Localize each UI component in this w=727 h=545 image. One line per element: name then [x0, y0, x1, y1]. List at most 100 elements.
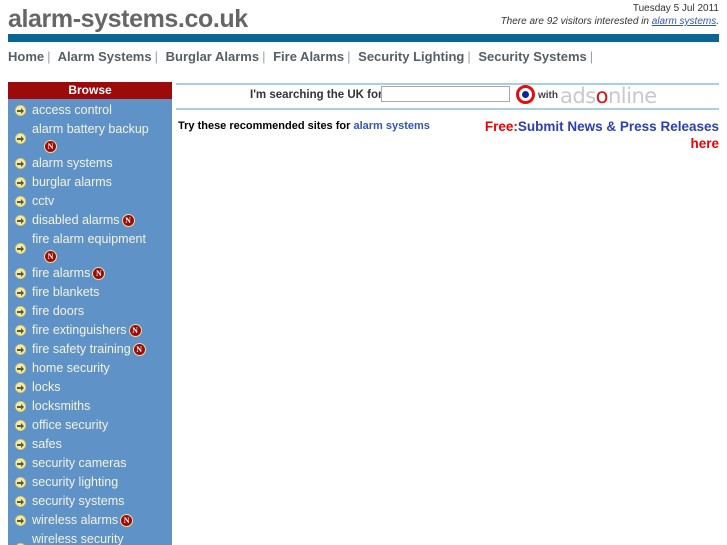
recommended-prefix: Try these recommended sites for [178, 120, 351, 132]
browse-list: access control alarm battery backup Nalarm… [8, 99, 172, 545]
new-badge: N [132, 343, 146, 356]
sidebar-item-label: security lighting [32, 475, 119, 489]
sidebar-item-label: wireless alarms [32, 513, 119, 527]
page-header: alarm-systems.co.uk Tuesday 5 Jul 2011 T… [0, 0, 727, 33]
adsonline-logo-prefix: ads [560, 84, 596, 108]
sidebar-item-fire-doors[interactable]: fire doors [8, 302, 172, 321]
new-badge: N [120, 514, 134, 527]
sidebar-item-label: fire alarms [32, 266, 91, 280]
sidebar-item-label: wireless security [32, 532, 124, 545]
sidebar-item-label: fire blankets [32, 285, 100, 299]
arrow-right-icon [15, 401, 26, 412]
sidebar-item-cctv[interactable]: cctv [8, 192, 172, 211]
arrow-right-icon [15, 515, 26, 526]
sidebar-item-label: alarm systems [32, 156, 113, 170]
visitor-count-line: There are 92 visitors interested in alar… [501, 15, 719, 28]
sidebar-item-label: office security [32, 418, 109, 432]
nav-item-fire-alarms[interactable]: Fire Alarms [273, 49, 344, 64]
sidebar-item-label: alarm battery backup [32, 122, 149, 136]
sidebar-item-label: home security [32, 361, 110, 375]
arrow-right-icon [15, 196, 26, 207]
sidebar-item-label: disabled alarms [32, 213, 120, 227]
sidebar-item-security-cameras[interactable]: security cameras [8, 454, 172, 473]
sidebar-item-label: fire extinguishers [32, 323, 127, 337]
arrow-right-icon [15, 439, 26, 450]
new-badge: N [44, 140, 57, 153]
nav-item-burglar-alarms[interactable]: Burglar Alarms [166, 49, 259, 64]
nav-separator: | [154, 49, 158, 64]
sidebar-item-label: fire doors [32, 304, 85, 318]
browse-sidebar: Browse access control alarm battery backu… [8, 82, 172, 545]
sidebar-item-office-security[interactable]: office security [8, 416, 172, 435]
promo-body-text: Submit News & Press Releases [517, 119, 719, 134]
sidebar-item-label: fire safety training [32, 342, 131, 356]
sidebar-item-access-control[interactable]: access control [8, 101, 172, 120]
sidebar-item-alarm-battery-backup[interactable]: alarm battery backup N [8, 120, 172, 154]
recommended-keyword-link[interactable]: alarm systems [353, 120, 429, 132]
arrow-right-icon [15, 363, 26, 374]
bullseye-icon[interactable] [516, 85, 535, 104]
arrow-right-icon [15, 287, 26, 298]
sidebar-item-locks[interactable]: locks [8, 378, 172, 397]
sidebar-item-label: burglar alarms [32, 175, 112, 189]
sidebar-item-burglar-alarms[interactable]: burglar alarms [8, 173, 172, 192]
nav-item-home[interactable]: Home [8, 49, 44, 64]
sidebar-item-security-systems[interactable]: security systems [8, 492, 172, 511]
promo-free-label: Free: [484, 119, 518, 134]
sidebar-item-label: locks [32, 380, 61, 394]
arrow-right-icon [15, 268, 26, 279]
page-layout: Browse access control alarm battery backu… [0, 82, 727, 545]
arrow-right-icon [15, 382, 26, 393]
search-label: I'm searching the UK for... [250, 89, 392, 101]
arrow-right-icon [15, 215, 26, 226]
adsonline-logo-suffix: nline [608, 84, 657, 108]
visitor-count-text: There are 92 visitors interested in [500, 16, 649, 27]
adsonline-logo-o: o [595, 84, 609, 108]
promo-here-link[interactable]: here [690, 136, 719, 151]
nav-separator: | [262, 49, 266, 64]
sidebar-item-fire-blankets[interactable]: fire blankets [8, 283, 172, 302]
sidebar-item-locksmiths[interactable]: locksmiths [8, 397, 172, 416]
nav-item-alarm-systems[interactable]: Alarm Systems [58, 49, 152, 64]
new-badge: N [92, 267, 106, 280]
adsonline-logo[interactable]: adsonline [560, 84, 657, 108]
header-meta: Tuesday 5 Jul 2011 There are 92 visitors… [501, 2, 719, 28]
sidebar-item-wireless-security[interactable]: wireless security [8, 530, 172, 545]
arrow-right-icon [15, 458, 26, 469]
search-input[interactable] [381, 86, 510, 102]
nav-item-security-lighting[interactable]: Security Lighting [358, 49, 464, 64]
recommended-sites-line: Try these recommended sites for alarm sy… [178, 120, 430, 132]
visitor-keyword-link[interactable]: alarm systems [652, 16, 716, 27]
new-badge-line: N [42, 139, 168, 154]
search-bar: I'm searching the UK for... with adsonli… [176, 84, 719, 108]
press-release-promo[interactable]: Free:Submit News & Press Releases here [469, 118, 719, 152]
new-badge: N [44, 250, 57, 263]
visitor-line-suffix: . [716, 16, 719, 27]
sidebar-item-label: fire alarm equipment [32, 232, 146, 246]
sidebar-item-wireless-alarms[interactable]: wireless alarms N [8, 511, 172, 530]
main-content: I'm searching the UK for... with adsonli… [176, 82, 719, 545]
arrow-right-icon [15, 133, 26, 144]
sidebar-item-fire-safety-training[interactable]: fire safety training N [8, 340, 172, 359]
sidebar-item-fire-alarms[interactable]: fire alarms N [8, 264, 172, 283]
sidebar-item-fire-extinguishers[interactable]: fire extinguishers N [8, 321, 172, 340]
site-title: alarm-systems.co.uk [8, 5, 248, 33]
nav-item-security-systems[interactable]: Security Systems [478, 49, 586, 64]
sidebar-item-label: security systems [32, 494, 125, 508]
sidebar-item-security-lighting[interactable]: security lighting [8, 473, 172, 492]
sidebar-item-home-security[interactable]: home security [8, 359, 172, 378]
sidebar-item-alarm-systems[interactable]: alarm systems [8, 154, 172, 173]
nav-separator: | [467, 49, 471, 64]
new-badge: N [121, 214, 135, 227]
arrow-right-icon [15, 325, 26, 336]
sidebar-item-disabled-alarms[interactable]: disabled alarms N [8, 211, 172, 230]
current-date: Tuesday 5 Jul 2011 [632, 3, 719, 14]
new-badge: N [128, 324, 142, 337]
sidebar-item-fire-alarm-equipment[interactable]: fire alarm equipment N [8, 230, 172, 264]
arrow-right-icon [15, 477, 26, 488]
sidebar-item-label: security cameras [32, 456, 127, 470]
sidebar-item-label: safes [32, 437, 62, 451]
arrow-right-icon [15, 344, 26, 355]
sidebar-item-safes[interactable]: safes [8, 435, 172, 454]
arrow-right-icon [15, 420, 26, 431]
